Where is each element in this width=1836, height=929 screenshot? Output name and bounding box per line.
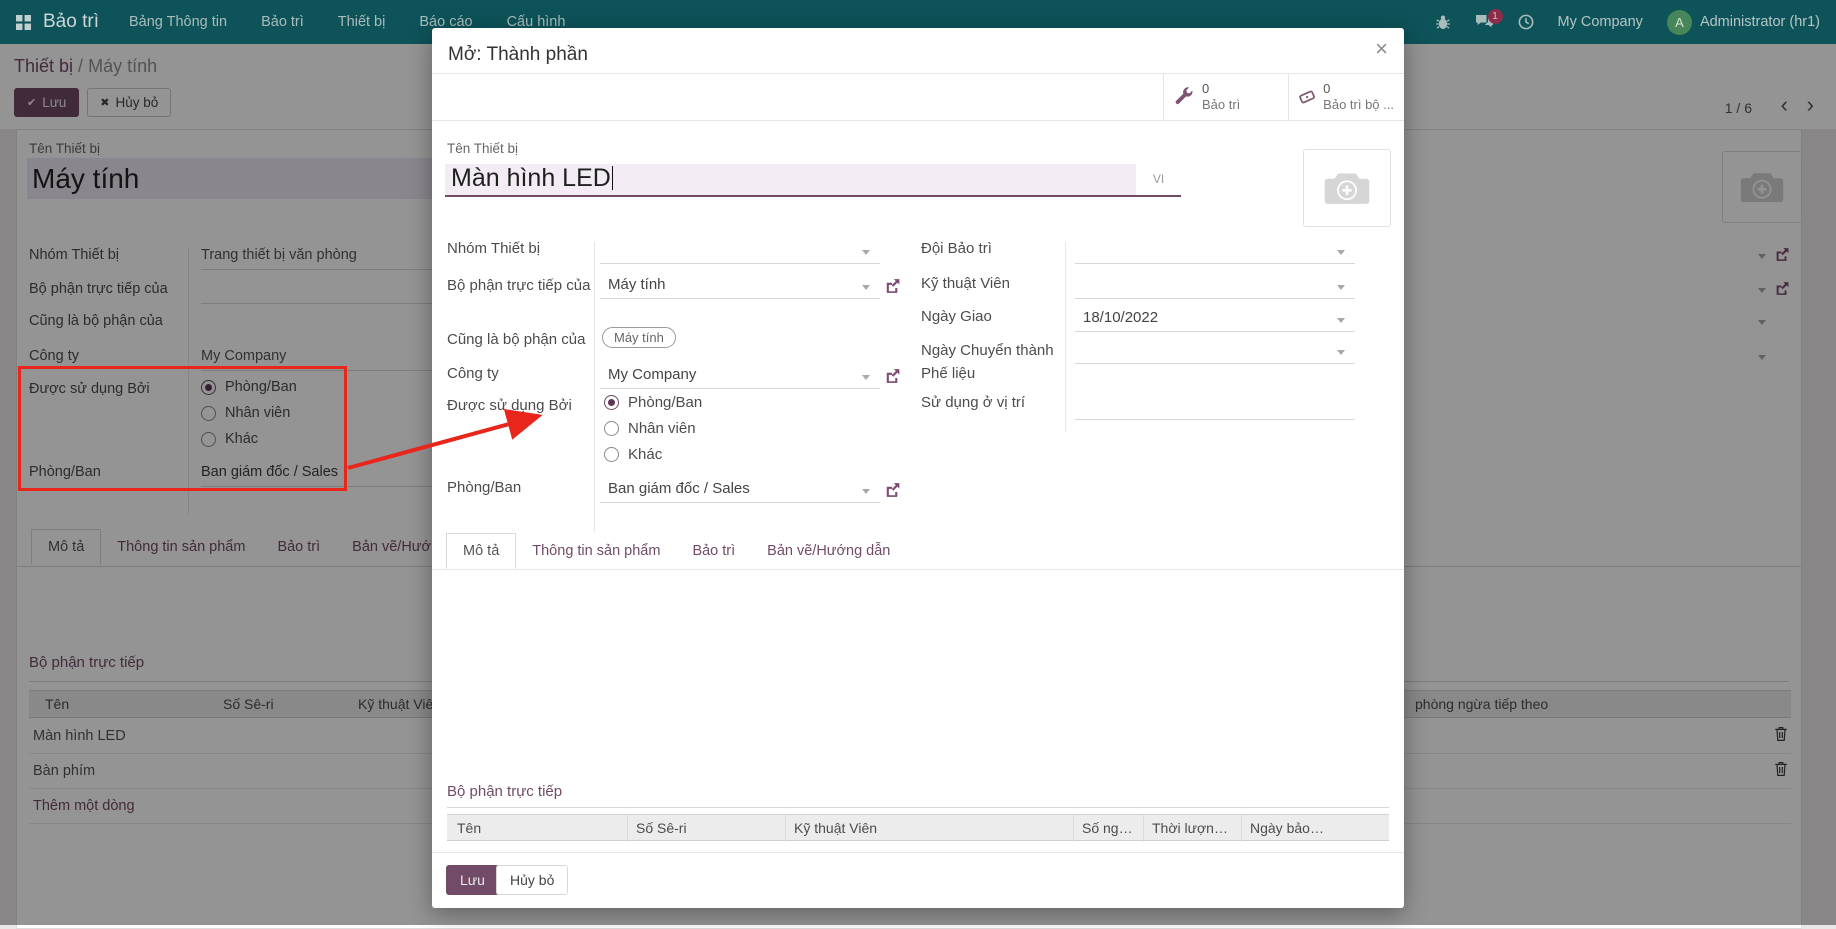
- maintenance-stat-button[interactable]: 0Bảo trì: [1163, 74, 1288, 120]
- modal-radio-employee[interactable]: Nhân viên: [604, 420, 696, 437]
- external-link-icon[interactable]: [884, 482, 901, 498]
- modal-tab-drawings[interactable]: Bản vẽ/Hướng dẫn: [751, 534, 906, 568]
- user-avatar: A: [1667, 10, 1692, 35]
- radio-icon[interactable]: [604, 421, 619, 436]
- modal-radio-employee-label: Nhân viên: [628, 420, 696, 437]
- modal-technician-label: Kỹ thuật Viên: [921, 275, 1010, 292]
- modal-radio-department-label: Phòng/Ban: [628, 394, 702, 411]
- user-menu[interactable]: A Administrator (hr1): [1667, 10, 1820, 35]
- stat-count: 0: [1323, 81, 1394, 97]
- external-link-icon[interactable]: [884, 278, 901, 294]
- chevron-down-icon[interactable]: [1337, 285, 1345, 290]
- red-highlight-box: [18, 366, 347, 491]
- modal-title: Mở: Thành phần: [448, 44, 588, 66]
- radio-icon[interactable]: [604, 447, 619, 462]
- modal-col-serial: Số Sê-ri: [627, 815, 777, 842]
- modal-also-label: Cũng là bộ phận của: [447, 331, 585, 348]
- modal-col-technician: Kỹ thuật Viên: [785, 815, 1065, 842]
- debug-bug-icon[interactable]: [1435, 14, 1451, 30]
- chevron-down-icon[interactable]: [1337, 350, 1345, 355]
- app-name[interactable]: Bảo trì: [43, 11, 99, 33]
- modal-team-label: Đội Bảo trì: [921, 240, 992, 257]
- chevron-down-icon[interactable]: [862, 250, 870, 255]
- stat-count: 0: [1202, 81, 1240, 97]
- radio-selected-icon[interactable]: [604, 395, 619, 410]
- modal-name-value: Màn hình LED: [451, 164, 611, 192]
- modal-parent-label: Bộ phận trực tiếp của: [447, 275, 597, 297]
- chevron-down-icon[interactable]: [1337, 318, 1345, 323]
- modal-col-days: Số ngày ...: [1073, 815, 1135, 842]
- modal-tab-maintenance[interactable]: Bảo trì: [676, 534, 751, 568]
- company-switcher[interactable]: My Company: [1558, 14, 1643, 30]
- modal-name-label: Tên Thiết bị: [447, 141, 518, 156]
- modal-radio-department[interactable]: Phòng/Ban: [604, 394, 702, 411]
- modal-col-duration: Thời lượng ...: [1143, 815, 1233, 842]
- external-link-icon[interactable]: [884, 368, 901, 384]
- text-cursor: [612, 166, 613, 190]
- chevron-down-icon[interactable]: [862, 285, 870, 290]
- modal-tab-description[interactable]: Mô tả: [446, 533, 516, 569]
- modal-tab-content-empty: [447, 578, 1387, 778]
- modal-department-label: Phòng/Ban: [447, 479, 521, 496]
- modal-group-label: Nhóm Thiết bị: [447, 240, 540, 257]
- stat-label: Bảo trì: [1202, 97, 1240, 113]
- messages-icon[interactable]: 1: [1475, 15, 1494, 30]
- menu-maintenance[interactable]: Bảo trì: [261, 14, 304, 30]
- modal-col-name: Tên: [457, 820, 617, 836]
- modal-used-by-label: Được sử dụng Bởi: [447, 397, 572, 414]
- message-count-badge: 1: [1488, 9, 1503, 24]
- ticket-icon: [1299, 88, 1315, 106]
- chevron-down-icon[interactable]: [1337, 250, 1345, 255]
- modal-scrap-date-label: Ngày Chuyển thành Phế liệu: [921, 340, 1071, 385]
- modal-name-input[interactable]: Màn hình LED VI: [445, 164, 1181, 197]
- user-name: Administrator (hr1): [1700, 14, 1820, 30]
- menu-equipment[interactable]: Thiết bị: [338, 14, 386, 30]
- modal-location-label: Sử dụng ở vị trí: [921, 394, 1025, 411]
- camera-icon: [1324, 169, 1370, 208]
- stat-label: Bảo trì bộ ...: [1323, 97, 1394, 113]
- apps-grid-icon[interactable]: [16, 15, 31, 30]
- close-icon[interactable]: ×: [1375, 38, 1388, 60]
- chevron-down-icon[interactable]: [862, 489, 870, 494]
- chevron-down-icon[interactable]: [862, 375, 870, 380]
- activities-clock-icon[interactable]: [1518, 14, 1534, 30]
- modal-radio-other-label: Khác: [628, 446, 662, 463]
- component-modal: Mở: Thành phần × 0Bảo trì 0Bảo trì bộ ..…: [432, 28, 1404, 908]
- modal-company-label: Công ty: [447, 365, 499, 382]
- wrench-icon: [1174, 87, 1194, 107]
- modal-assigned-date-label: Ngày Giao: [921, 308, 992, 325]
- modal-tab-product-info[interactable]: Thông tin sản phẩm: [516, 534, 676, 568]
- modal-notebook-tabs: Mô tả Thông tin sản phẩm Bảo trì Bản vẽ/…: [446, 532, 906, 568]
- modal-table-header: Tên Số Sê-ri Kỹ thuật Viên Số ngày ... T…: [447, 814, 1389, 841]
- modal-radio-other[interactable]: Khác: [604, 446, 662, 463]
- translation-badge[interactable]: VI: [1136, 164, 1181, 195]
- maintenance-set-stat-button[interactable]: 0Bảo trì bộ ...: [1288, 74, 1404, 120]
- modal-discard-button[interactable]: Hủy bỏ: [496, 865, 568, 895]
- modal-col-next-maintenance: Ngày bảo t...: [1241, 815, 1327, 842]
- modal-save-button[interactable]: Lưu: [446, 865, 499, 895]
- menu-dashboard[interactable]: Bảng Thông tin: [129, 14, 227, 30]
- modal-section-title: Bộ phận trực tiếp: [447, 783, 562, 800]
- many2many-tag: Máy tính: [602, 327, 676, 348]
- modal-equipment-photo-placeholder[interactable]: [1303, 149, 1391, 227]
